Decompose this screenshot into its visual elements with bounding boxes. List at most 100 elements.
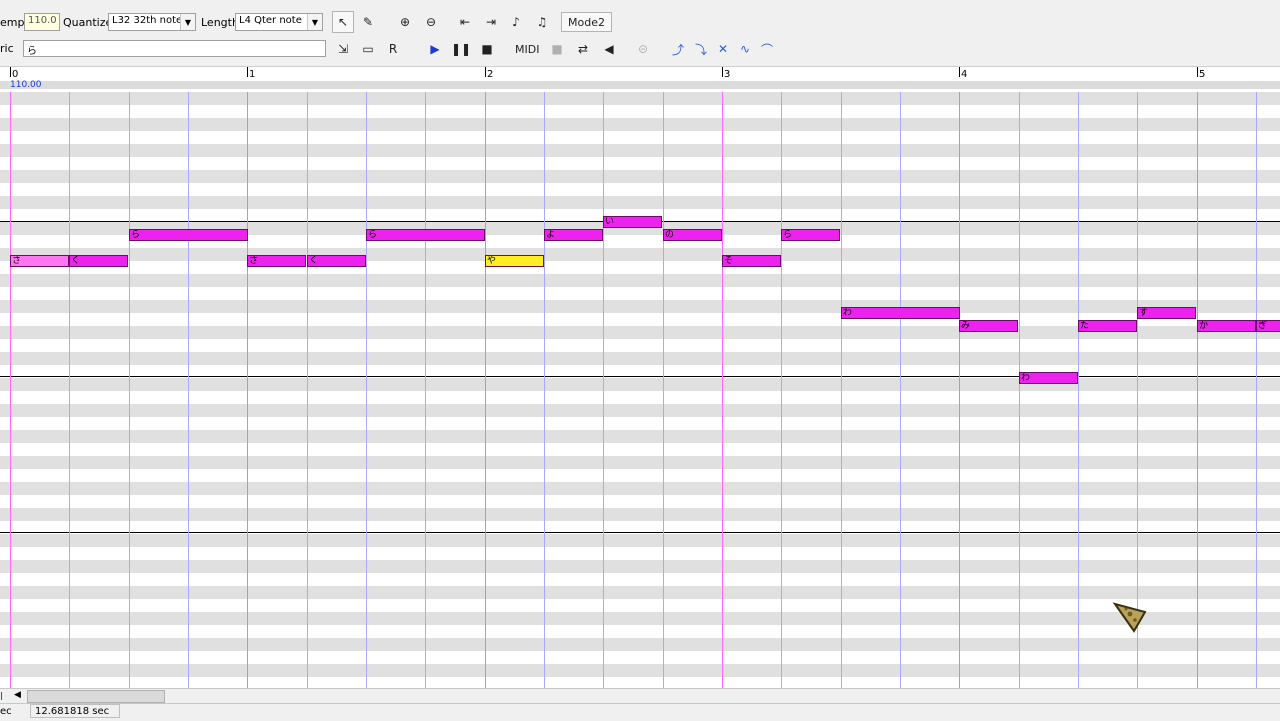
beat-line [307,92,308,688]
mode-button[interactable]: Mode2 [561,12,612,32]
quantize-label: Quantize [63,16,113,29]
note[interactable]: ら [366,229,485,241]
grid-row [0,170,1280,183]
grid-row [0,495,1280,508]
cross-button[interactable]: ✕ [712,38,734,60]
beat-line [129,92,130,688]
beat-line [366,92,367,688]
insert-note-button[interactable]: ⇲ [332,38,354,60]
quantize-select[interactable]: L32 32th note ▼ [108,13,196,31]
play-button[interactable]: ▶ [424,38,446,60]
status-time: 12.681818 sec [30,704,120,718]
beat-line [1078,92,1079,688]
ruler-tick [485,67,486,77]
tempo-input[interactable]: 110.0 [24,13,60,31]
octave-line [0,532,1280,533]
lyric-input[interactable]: ら [23,40,326,57]
square-icon: ■ [551,42,563,56]
accent-button[interactable]: ⤴ [667,38,689,60]
pause-button[interactable]: ❚❚ [450,38,472,60]
grid-row [0,196,1280,209]
measure-number: 1 [249,69,256,80]
pause-icon: ❚❚ [450,42,472,56]
vibrato-button[interactable]: ∿ [734,38,756,60]
grid-row [0,573,1280,586]
accent-icon: ⤴ [671,42,684,57]
zoom-in-icon: ⊕ [399,15,411,29]
pencil-tool-button[interactable]: ✎ [357,11,379,33]
measure-ruler[interactable]: 0 1 2 3 4 5 110.00 [0,66,1280,93]
note[interactable]: み [959,320,1018,332]
select-tool-button[interactable]: ↖ [332,11,354,33]
zoom-out-button[interactable]: ⊖ [420,11,442,33]
zoom-in-button[interactable]: ⊕ [394,11,416,33]
note[interactable]: ら [129,229,248,241]
go-start-button[interactable]: ⇤ [454,11,476,33]
bend-button[interactable]: ⤵ [690,38,712,60]
grid-row [0,118,1280,131]
cheese-cursor-icon [1112,602,1147,633]
note[interactable]: か [1197,320,1256,332]
measure-line [1197,92,1198,688]
beat-line [900,92,901,688]
measure-line [722,92,723,688]
note[interactable]: わ [841,307,960,319]
stop-button[interactable]: ■ [476,38,498,60]
note[interactable]: ら [781,229,840,241]
note-split-button[interactable]: ♪ [505,11,527,33]
note[interactable]: さ [247,255,306,267]
grid-row [0,508,1280,521]
note[interactable]: い [603,216,662,228]
grid-row [0,456,1280,469]
grid-row [0,469,1280,482]
note[interactable]: そ [722,255,781,267]
midi-button[interactable]: MIDI [515,38,539,60]
note[interactable]: く [307,255,366,267]
play-icon: ▶ [430,42,440,56]
volume-button[interactable]: ◀ [598,38,620,60]
record-stop-button[interactable]: ■ [546,38,568,60]
measure-number: 2 [487,69,494,80]
measure-number: 5 [1199,69,1206,80]
note[interactable]: ぎ [1256,320,1280,332]
note[interactable]: す [1137,307,1196,319]
grid-row [0,391,1280,404]
note[interactable]: わ [1019,372,1078,384]
beat-line [188,92,189,688]
note[interactable]: た [1078,320,1137,332]
chevron-down-icon: ▼ [307,14,322,30]
scroll-thumb[interactable] [27,690,165,703]
erase-note-button[interactable]: ▭ [357,38,379,60]
measure-line [10,92,11,688]
eraser-icon: ▭ [362,42,374,56]
grid-row [0,378,1280,391]
octave-line [0,376,1280,377]
note-next-button[interactable]: ♫ [531,11,553,33]
note-next-icon: ♫ [536,15,548,29]
note[interactable]: さ [10,255,69,267]
note[interactable]: く [69,255,128,267]
loop-button[interactable]: ⇄ [572,38,594,60]
grid-row [0,443,1280,456]
beat-line [1256,92,1257,688]
grid-row [0,625,1280,638]
grid-row [0,274,1280,287]
note[interactable]: や [485,255,544,267]
rec-button[interactable]: R [382,38,404,60]
ruler-strip [0,81,1280,89]
horizontal-scrollbar[interactable]: | ◀ [0,688,1280,704]
scroll-left-edge: | [0,691,3,700]
ruler-tick [722,67,723,77]
grid-row [0,105,1280,118]
envelope-button[interactable]: ⌒ [756,38,778,60]
length-select[interactable]: L4 Qter note ▼ [235,13,323,31]
ruler-tick [1197,67,1198,77]
piano-roll-grid[interactable]: さくらさくらやよいのそらわみわたすかぎ [0,92,1280,688]
note[interactable]: よ [544,229,603,241]
link-button[interactable]: ⊝ [632,38,654,60]
ruler-tick [959,67,960,77]
scroll-left-icon[interactable]: ◀ [14,690,26,702]
grid-row [0,417,1280,430]
note[interactable]: の [663,229,722,241]
go-end-button[interactable]: ⇥ [480,11,502,33]
